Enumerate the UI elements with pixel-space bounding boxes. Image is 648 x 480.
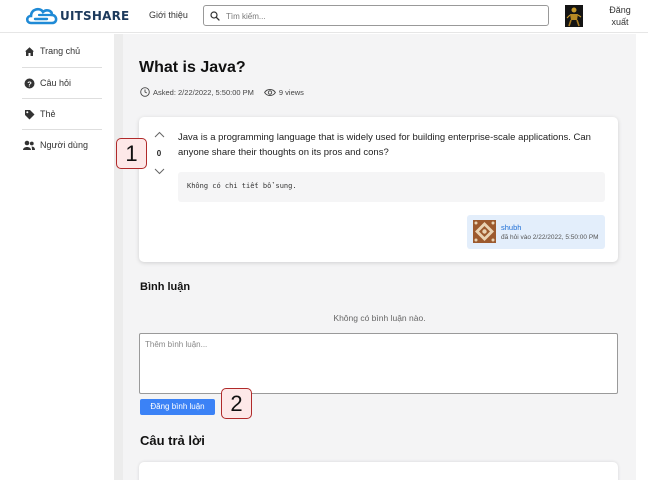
author-name-link[interactable]: shubh — [501, 223, 521, 232]
user-avatar[interactable] — [565, 5, 583, 27]
author-asked-time: đã hỏi vào 2/22/2022, 5:50:00 PM — [501, 234, 599, 241]
clock-icon — [140, 87, 150, 97]
sidebar-item-questions[interactable]: ? Câu hỏi — [23, 77, 71, 89]
left-sidebar — [0, 34, 114, 480]
question-title: What is Java? — [139, 59, 246, 76]
cloud-logo-icon — [25, 7, 58, 25]
views-count: 9 views — [278, 87, 304, 97]
question-body: Java is a programming language that is w… — [178, 132, 591, 158]
author-card[interactable]: shubh đã hỏi vào 2/22/2022, 5:50:00 PM — [467, 215, 605, 249]
sidebar-item-users[interactable]: Người dùng — [23, 139, 88, 151]
search-input[interactable] — [226, 9, 546, 23]
question-detail-text: Không có chi tiết bổ sung. — [187, 182, 297, 190]
eye-icon — [263, 88, 276, 97]
annotation-marker-2: 2 — [221, 388, 252, 419]
author-avatar[interactable] — [473, 220, 496, 243]
chevron-up-icon — [154, 131, 164, 138]
logo-text: UITSHARE — [60, 9, 130, 23]
logout-label-line2: xuất — [611, 17, 629, 27]
answers-card — [139, 462, 618, 480]
sidebar-item-label: Người dùng — [40, 140, 88, 150]
logo[interactable]: UITSHARE — [25, 4, 129, 28]
answers-heading: Câu trả lời — [140, 433, 205, 448]
chevron-down-icon — [154, 168, 164, 175]
sidebar-item-tags[interactable]: Thẻ — [23, 108, 56, 120]
sidebar-divider — [22, 98, 102, 99]
content-gutter — [114, 34, 123, 480]
sidebar-divider — [22, 129, 102, 130]
logout-button[interactable]: Đăng xuất — [600, 4, 640, 28]
comment-input[interactable] — [139, 333, 618, 394]
users-icon — [23, 139, 35, 151]
comments-heading: Bình luận — [140, 281, 191, 293]
views-count-group: 9 views — [263, 87, 304, 97]
sidebar-item-label: Trang chủ — [40, 46, 81, 56]
logout-label-line1: Đăng — [609, 5, 631, 15]
right-gutter — [636, 34, 648, 480]
question-detail-block: Không có chi tiết bổ sung. — [178, 172, 605, 202]
vote-count: 0 — [156, 149, 162, 158]
home-icon — [23, 45, 35, 57]
search-bar[interactable] — [203, 5, 549, 26]
asked-date: Asked: 2/22/2022, 5:50:00 PM — [153, 87, 254, 97]
annotation-marker-1: 1 — [116, 138, 147, 169]
tag-icon — [23, 108, 35, 120]
avatar-figure-icon — [565, 5, 583, 27]
question-meta: Asked: 2/22/2022, 5:50:00 PM 9 views — [140, 87, 304, 97]
sidebar-item-label: Thẻ — [40, 109, 56, 119]
svg-text:?: ? — [27, 79, 32, 88]
nav-intro-link[interactable]: Giới thiệu — [149, 10, 188, 20]
post-comment-button[interactable]: Đăng bình luận — [140, 399, 215, 415]
upvote-button[interactable] — [152, 131, 166, 138]
sidebar-divider — [22, 67, 102, 68]
question-icon: ? — [23, 77, 35, 89]
no-comments-message: Không có bình luận nào. — [333, 313, 426, 323]
sidebar-item-label: Câu hỏi — [40, 78, 72, 88]
downvote-button[interactable] — [152, 168, 166, 175]
top-header: UITSHARE Giới thiệu Đăng xuất — [0, 0, 648, 33]
pattern-avatar-icon — [473, 220, 496, 243]
sidebar-item-home[interactable]: Trang chủ — [23, 45, 80, 57]
search-icon — [210, 11, 220, 21]
